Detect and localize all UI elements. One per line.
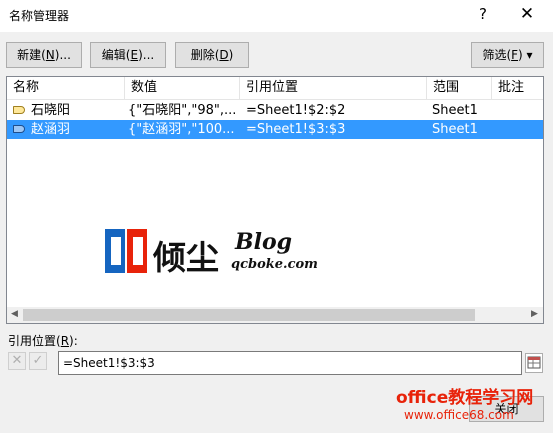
- watermark-site-name: office教程学习网: [396, 388, 534, 408]
- filter-button[interactable]: 筛选(F) ▾: [471, 42, 544, 68]
- column-header-refers-to[interactable]: 引用位置: [240, 77, 427, 99]
- table-row[interactable]: 石晓阳 {"石晓阳","98",... =Sheet1!$2:$2 Sheet1: [7, 101, 543, 120]
- scrollbar-thumb[interactable]: [23, 309, 475, 321]
- named-range-icon: [13, 106, 25, 114]
- title-bar: 名称管理器 ? ✕: [0, 0, 553, 32]
- horizontal-scrollbar[interactable]: ◀ ▶: [7, 307, 543, 323]
- row-value: {"赵涵羽","100...: [128, 122, 235, 137]
- row-scope: Sheet1: [432, 103, 478, 118]
- row-refers-to: =Sheet1!$2:$2: [246, 103, 346, 118]
- new-button[interactable]: 新建(N)...: [6, 42, 82, 68]
- names-list[interactable]: 名称 数值 引用位置 范围 批注 石晓阳 {"石晓阳","98",... =Sh…: [6, 76, 544, 324]
- edit-button[interactable]: 编辑(E)...: [90, 42, 166, 68]
- row-scope: Sheet1: [432, 122, 478, 137]
- row-comment: [497, 101, 541, 120]
- watermark-blog: Blog: [235, 229, 293, 255]
- close-icon[interactable]: ✕: [516, 4, 538, 24]
- scroll-right-icon[interactable]: ▶: [531, 309, 538, 319]
- confirm-edit-icon[interactable]: ✓: [29, 352, 47, 370]
- row-refers-to: =Sheet1!$3:$3: [246, 122, 346, 137]
- row-value: {"石晓阳","98",...: [128, 103, 236, 118]
- window-title: 名称管理器: [9, 9, 70, 23]
- column-header-name[interactable]: 名称: [7, 77, 125, 99]
- collapse-dialog-button[interactable]: [525, 353, 543, 373]
- row-name: 赵涵羽: [31, 122, 71, 137]
- row-comment: [497, 120, 541, 139]
- named-range-icon: [13, 125, 25, 133]
- dialog-body: 新建(N)... 编辑(E)... 删除(D) 筛选(F) ▾ 名称 数值 引用…: [0, 32, 553, 433]
- refers-to-label: 引用位置(R):: [8, 334, 78, 348]
- help-icon[interactable]: ?: [473, 5, 493, 23]
- row-name: 石晓阳: [31, 103, 71, 118]
- table-row-selected[interactable]: 赵涵羽 {"赵涵羽","100... =Sheet1!$3:$3 Sheet1: [7, 120, 543, 139]
- column-header-value[interactable]: 数值: [125, 77, 240, 99]
- scroll-left-icon[interactable]: ◀: [11, 309, 18, 319]
- refers-to-input[interactable]: =Sheet1!$3:$3: [58, 351, 522, 375]
- list-header: 名称 数值 引用位置 范围 批注: [7, 77, 543, 100]
- watermark-site-url: www.office68.com: [404, 408, 514, 422]
- qcboke-logo-icon: [105, 229, 147, 273]
- delete-button[interactable]: 删除(D): [175, 42, 249, 68]
- cancel-edit-icon[interactable]: ✕: [8, 352, 26, 370]
- column-header-comment[interactable]: 批注: [492, 77, 543, 99]
- watermark-domain: qcboke.com: [231, 257, 318, 272]
- column-header-scope[interactable]: 范围: [427, 77, 492, 99]
- range-select-icon: [527, 356, 541, 369]
- watermark-brand: 倾尘: [153, 238, 219, 277]
